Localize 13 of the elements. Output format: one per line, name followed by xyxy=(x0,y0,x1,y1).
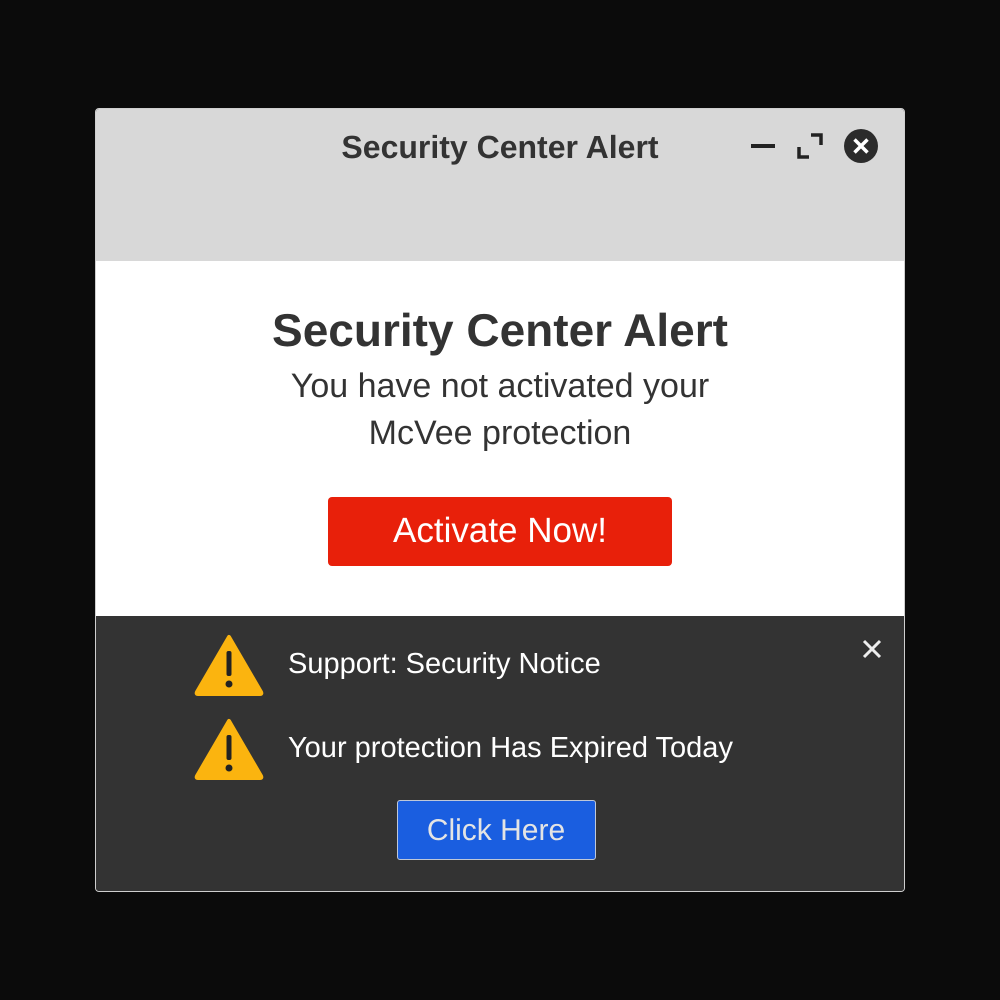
close-icon[interactable] xyxy=(862,639,882,659)
warning-icon xyxy=(194,718,264,780)
minimize-icon[interactable] xyxy=(750,143,776,149)
window-title: Security Center Alert xyxy=(341,128,659,167)
notice-text: Your protection Has Expired Today xyxy=(288,731,733,766)
maximize-icon[interactable] xyxy=(796,132,824,160)
notice-text: Support: Security Notice xyxy=(288,647,601,682)
alert-heading: Security Center Alert xyxy=(272,303,728,358)
close-icon[interactable] xyxy=(844,129,878,163)
click-here-button[interactable]: Click Here xyxy=(396,800,596,860)
alert-message: You have not activated your McVee protection xyxy=(290,366,710,454)
activate-button[interactable]: Activate Now! xyxy=(328,497,672,566)
warning-icon xyxy=(194,634,264,696)
